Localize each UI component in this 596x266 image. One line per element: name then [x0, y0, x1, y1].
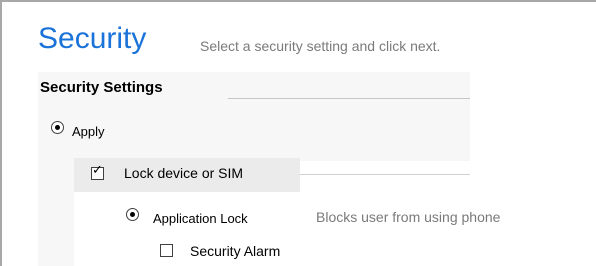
apply-radio[interactable]	[51, 121, 64, 134]
page-title: Security	[38, 22, 147, 55]
group-divider	[228, 98, 470, 99]
lock-device-divider	[300, 174, 470, 175]
security-alarm-label[interactable]: Security Alarm	[190, 243, 280, 259]
security-alarm-checkbox[interactable]	[160, 244, 173, 257]
application-lock-radio[interactable]	[126, 208, 139, 221]
checkmark-icon: ✓	[92, 163, 103, 178]
application-lock-description: Blocks user from using phone	[316, 209, 501, 225]
application-lock-label[interactable]: Application Lock	[153, 211, 248, 226]
radio-selected-dot	[130, 212, 135, 217]
lock-device-checkbox[interactable]: ✓	[91, 163, 104, 180]
radio-selected-dot	[55, 125, 60, 130]
apply-label[interactable]: Apply	[72, 124, 105, 139]
lock-device-label[interactable]: Lock device or SIM	[124, 165, 243, 181]
page-subtitle: Select a security setting and click next…	[200, 38, 441, 54]
security-settings-title: Security Settings	[40, 79, 163, 96]
